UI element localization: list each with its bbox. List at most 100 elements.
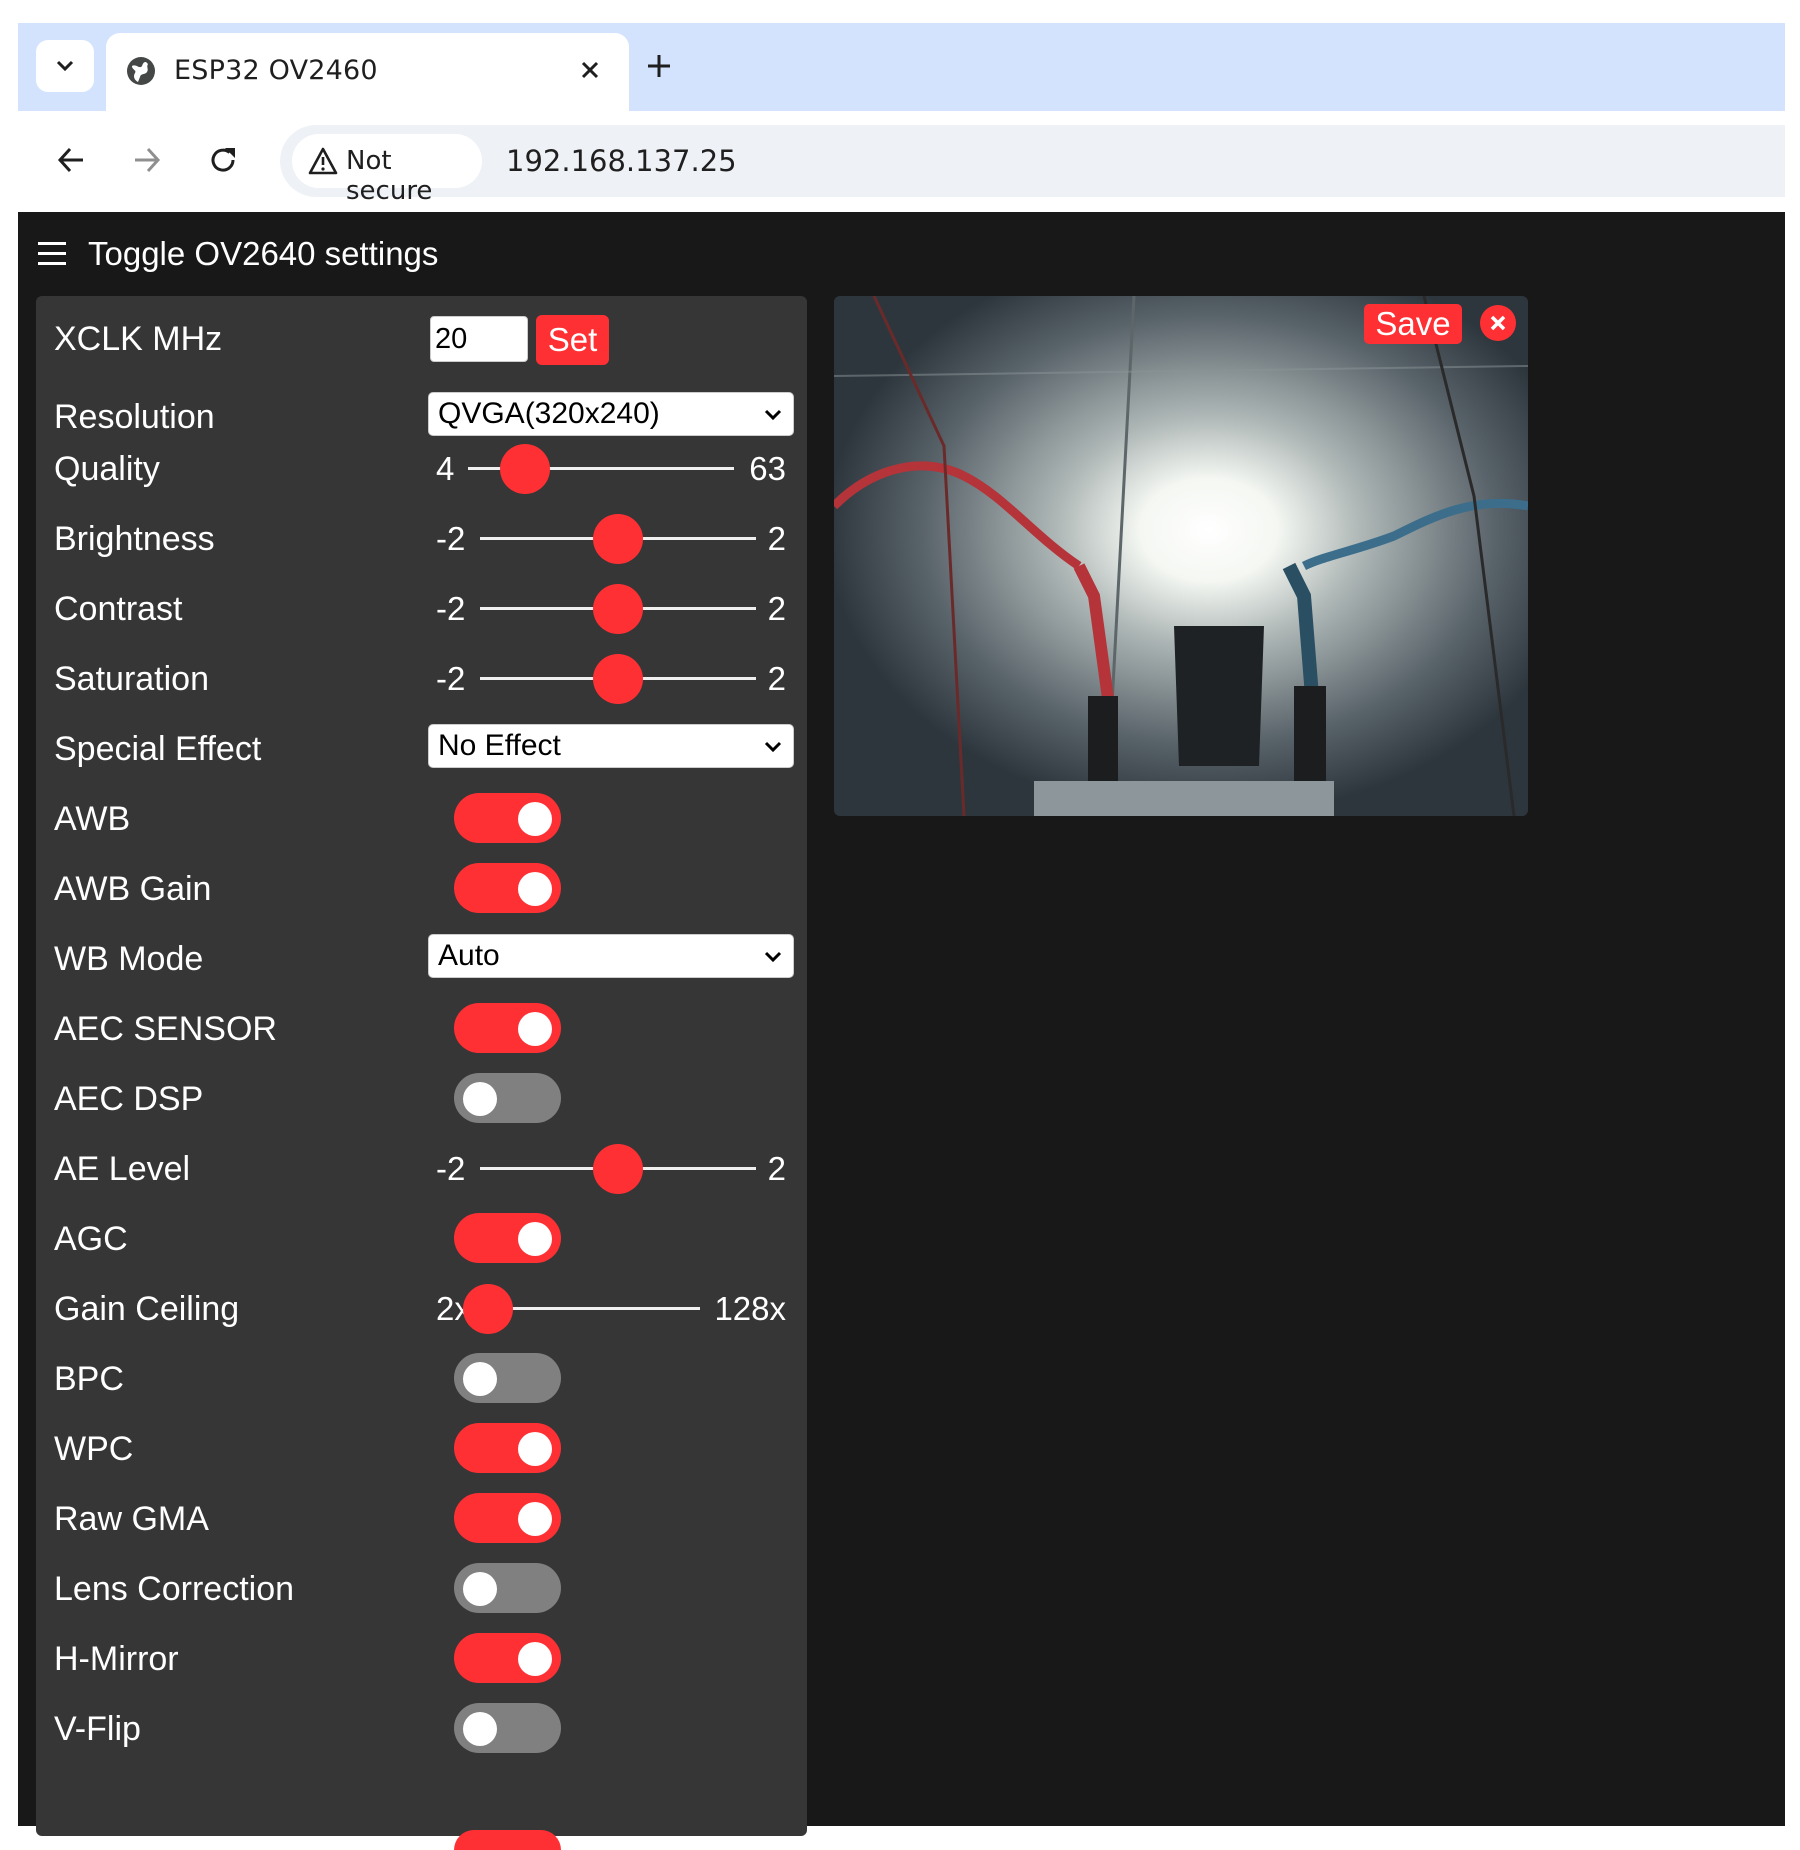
setting-row-h-mirror: H-Mirror <box>54 1628 794 1688</box>
resolution-select[interactable]: QVGA(320x240) <box>428 392 794 436</box>
toggle-knob <box>463 1362 497 1396</box>
wpc-toggle[interactable] <box>454 1423 561 1473</box>
browser-tab[interactable]: ESP32 OV2460 <box>106 33 629 111</box>
ae-level-slider[interactable]: -2 2 <box>428 1138 794 1198</box>
contrast-thumb[interactable] <box>593 584 643 634</box>
gain-ceiling-slider[interactable]: 2x 128x <box>428 1278 794 1338</box>
agc-toggle[interactable] <box>454 1213 561 1263</box>
quality-slider[interactable]: 4 63 <box>428 438 794 498</box>
bpc-toggle[interactable] <box>454 1353 561 1403</box>
toggle-knob <box>518 872 552 906</box>
brightness-label: Brightness <box>54 520 215 558</box>
toggle-knob <box>518 802 552 836</box>
setting-row-wpc: WPC <box>54 1418 794 1478</box>
tab-close-button[interactable] <box>573 53 607 87</box>
security-chip[interactable]: Not secure <box>292 134 482 206</box>
xclk-input[interactable] <box>430 316 528 362</box>
agc-label: AGC <box>54 1220 128 1258</box>
chevron-down-icon <box>764 409 782 421</box>
gain-ceiling-max: 128x <box>714 1290 786 1327</box>
hamburger-icon <box>38 241 66 267</box>
forward-arrow-icon <box>135 147 161 173</box>
toggle-knob <box>463 1082 497 1116</box>
security-label: Not secure <box>346 146 433 206</box>
saturation-max: 2 <box>767 660 786 697</box>
bpc-label: BPC <box>54 1360 124 1398</box>
browser-toolbar: Not secure 192.168.137.25 <box>18 111 1785 212</box>
new-tab-button[interactable] <box>638 45 680 87</box>
saturation-label: Saturation <box>54 660 209 698</box>
wb-mode-select[interactable]: Auto <box>428 934 794 978</box>
toggle-knob <box>518 1222 552 1256</box>
awb-toggle[interactable] <box>454 793 561 843</box>
setting-row-aec-dsp: AEC DSP <box>54 1068 794 1128</box>
awb-gain-toggle[interactable] <box>454 863 561 913</box>
setting-row-xclk: XCLK MHz Set <box>54 308 794 368</box>
quality-max: 63 <box>749 450 786 487</box>
globe-icon <box>127 57 155 85</box>
reload-icon <box>211 148 235 172</box>
v-flip-toggle[interactable] <box>454 1703 561 1753</box>
xclk-set-button[interactable]: Set <box>536 315 609 365</box>
aec-sensor-toggle[interactable] <box>454 1003 561 1053</box>
setting-row-wb-mode: WB Mode Auto <box>54 928 794 988</box>
settings-panel: XCLK MHz Set Resolution QVGA(320x240) Qu… <box>36 296 807 1850</box>
contrast-label: Contrast <box>54 590 183 628</box>
forward-button[interactable] <box>122 135 172 185</box>
wpc-label: WPC <box>54 1430 134 1468</box>
close-stream-button[interactable] <box>1480 305 1516 341</box>
url-text[interactable]: 192.168.137.25 <box>506 144 737 178</box>
tab-search-button[interactable] <box>36 40 94 92</box>
saturation-slider[interactable]: -2 2 <box>428 648 794 708</box>
wb-mode-label: WB Mode <box>54 940 204 978</box>
brightness-slider[interactable]: -2 2 <box>428 508 794 568</box>
settings-toggle-label: Toggle OV2640 settings <box>88 235 439 272</box>
setting-row-quality: Quality 4 63 <box>54 438 794 498</box>
plus-icon <box>648 55 670 77</box>
warning-icon <box>308 147 338 175</box>
setting-row-v-flip: V-Flip <box>54 1698 794 1758</box>
resolution-selected: QVGA(320x240) <box>438 397 660 430</box>
tab-title: ESP32 OV2460 <box>174 55 378 86</box>
toggle-knob <box>518 1502 552 1536</box>
ae-level-thumb[interactable] <box>593 1144 643 1194</box>
tab-strip: ESP32 OV2460 <box>18 23 1785 111</box>
setting-row-gain-ceiling: Gain Ceiling 2x 128x <box>54 1278 794 1338</box>
lens-correction-toggle[interactable] <box>454 1563 561 1613</box>
quality-min: 4 <box>436 450 455 487</box>
camera-frame-image <box>834 296 1528 816</box>
saturation-thumb[interactable] <box>593 654 643 704</box>
toggle-knob <box>463 1572 497 1606</box>
contrast-max: 2 <box>767 590 786 627</box>
h-mirror-toggle[interactable] <box>454 1633 561 1683</box>
quality-thumb[interactable] <box>500 444 551 494</box>
address-bar[interactable]: Not secure 192.168.137.25 <box>280 125 1785 206</box>
setting-row-ae-level: AE Level -2 2 <box>54 1138 794 1198</box>
gain-ceiling-thumb[interactable] <box>463 1284 513 1334</box>
reload-button[interactable] <box>198 135 248 185</box>
special-effect-select[interactable]: No Effect <box>428 724 794 768</box>
setting-row-awb-gain: AWB Gain <box>54 858 794 918</box>
v-flip-label: V-Flip <box>54 1710 141 1748</box>
brightness-min: -2 <box>436 520 466 557</box>
raw-gma-label: Raw GMA <box>54 1500 209 1538</box>
lens-correction-label: Lens Correction <box>54 1570 295 1608</box>
brightness-thumb[interactable] <box>593 514 643 564</box>
saturation-min: -2 <box>436 660 466 697</box>
aec-dsp-toggle[interactable] <box>454 1073 561 1123</box>
gain-ceiling-label: Gain Ceiling <box>54 1290 240 1328</box>
back-arrow-icon <box>57 147 83 173</box>
chevron-down-icon <box>764 741 782 753</box>
settings-toggle[interactable]: Toggle OV2640 settings <box>38 234 438 274</box>
next-toggle-partial[interactable] <box>454 1830 561 1850</box>
setting-row-lens-correction: Lens Correction <box>54 1558 794 1618</box>
back-button[interactable] <box>46 135 96 185</box>
setting-row-raw-gma: Raw GMA <box>54 1488 794 1548</box>
special-effect-selected: No Effect <box>438 729 561 762</box>
contrast-slider[interactable]: -2 2 <box>428 578 794 638</box>
save-button[interactable]: Save <box>1364 304 1462 344</box>
special-effect-label: Special Effect <box>54 730 262 768</box>
chevron-down-icon <box>764 951 782 963</box>
raw-gma-toggle[interactable] <box>454 1493 561 1543</box>
setting-row-bpc: BPC <box>54 1348 794 1408</box>
